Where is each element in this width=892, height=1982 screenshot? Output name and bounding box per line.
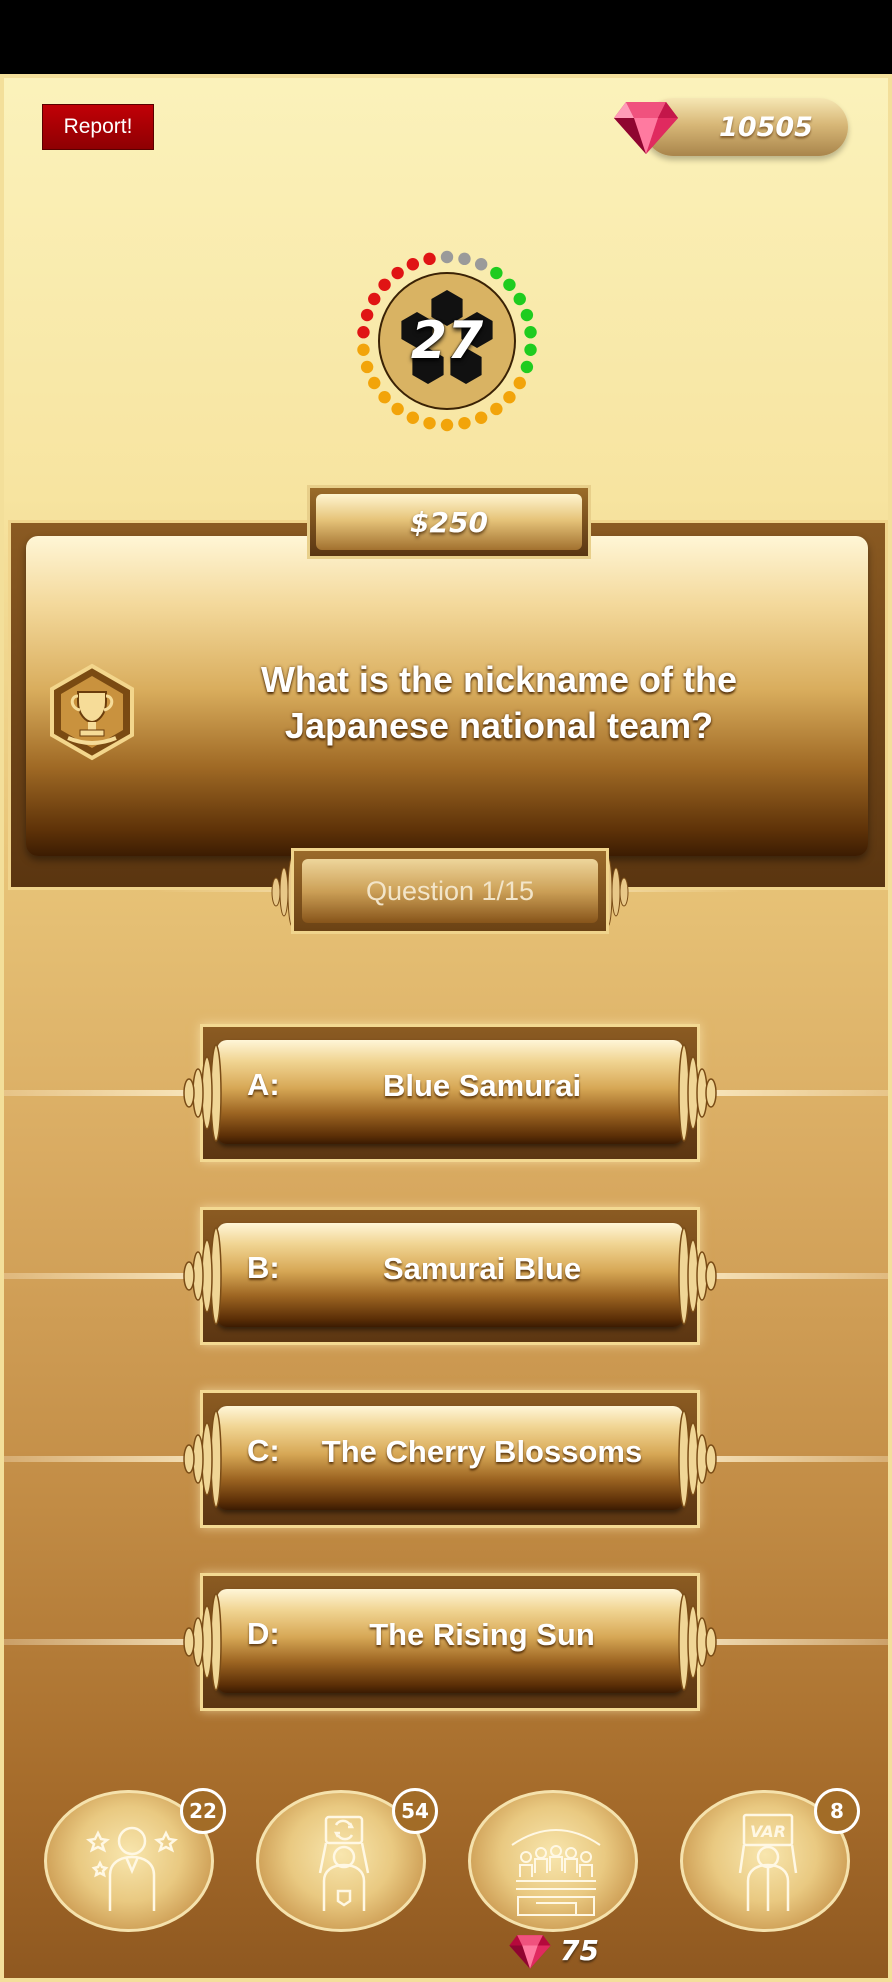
prize-amount: $250 — [316, 494, 582, 550]
prize-tab: $250 — [307, 485, 591, 559]
stadium-crowd-icon — [511, 1829, 601, 1916]
answer-option-a[interactable]: A: Blue Samurai — [200, 1024, 700, 1162]
answer-option-d[interactable]: D: The Rising Sun — [200, 1573, 700, 1711]
lifeline-count-badge: 54 — [392, 1788, 438, 1834]
answer-button[interactable]: A: Blue Samurai — [217, 1040, 683, 1144]
ruby-gem-icon — [614, 102, 678, 154]
quiz-screen: Report! 10505 27 $250 What is the nickna… — [0, 74, 892, 1982]
trophy-icon — [50, 663, 134, 761]
lifeline-count-badge: 22 — [180, 1788, 226, 1834]
answer-letter: A: — [247, 1067, 280, 1102]
answer-option-c[interactable]: C: The Cherry Blossoms — [200, 1390, 700, 1528]
lifeline-stadium-crowd[interactable] — [468, 1790, 638, 1932]
answer-text: Samurai Blue — [382, 1251, 582, 1286]
status-bar — [0, 0, 892, 74]
substitution-icon — [318, 1815, 370, 1911]
svg-text:VAR: VAR — [750, 1822, 786, 1841]
question-counter: Question 1/15 — [302, 859, 598, 923]
report-button[interactable]: Report! — [42, 104, 154, 150]
answer-text: The Cherry Blossoms — [321, 1434, 643, 1469]
lifeline-cost-value: 75 — [560, 1933, 599, 1967]
answer-button[interactable]: D: The Rising Sun — [217, 1589, 683, 1693]
lifeline-cost: 75 — [508, 1928, 608, 1972]
answer-letter: D: — [247, 1616, 280, 1651]
question-counter-tab: Question 1/15 — [291, 848, 609, 934]
var-referee-icon: VAR — [738, 1813, 798, 1911]
timer-value: 27 — [410, 311, 484, 371]
answer-button[interactable]: C: The Cherry Blossoms — [217, 1406, 683, 1510]
question-text: What is the nickname of the Japanese nat… — [260, 659, 738, 746]
answer-button[interactable]: B: Samurai Blue — [217, 1223, 683, 1327]
answer-letter: B: — [247, 1250, 280, 1285]
answer-option-b[interactable]: B: Samurai Blue — [200, 1207, 700, 1345]
gems-count: 10505 — [719, 111, 813, 143]
answer-text: The Rising Sun — [369, 1617, 595, 1652]
answer-letter: C: — [247, 1433, 280, 1468]
fan-vote-icon — [86, 1826, 178, 1911]
ruby-gem-icon — [509, 1935, 551, 1969]
answer-text: Blue Samurai — [382, 1068, 582, 1103]
lifeline-count-badge: 8 — [814, 1788, 860, 1834]
